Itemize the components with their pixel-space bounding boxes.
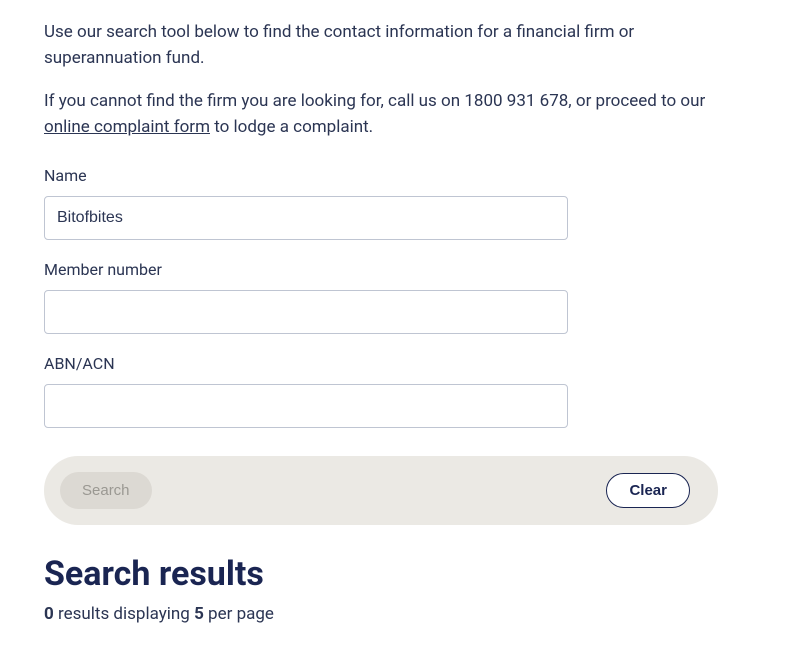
info-text-suffix: to lodge a complaint.	[210, 117, 373, 137]
search-button[interactable]: Search	[60, 472, 152, 509]
results-per-page-suffix: per page	[204, 604, 274, 624]
intro-text: Use our search tool below to find the co…	[44, 20, 744, 71]
results-per-page: 5	[194, 604, 204, 624]
abn-acn-input[interactable]	[44, 384, 568, 428]
online-complaint-link[interactable]: online complaint form	[44, 117, 210, 137]
clear-button[interactable]: Clear	[606, 473, 690, 508]
info-text: If you cannot find the firm you are look…	[44, 89, 744, 140]
abn-acn-field-group: ABN/ACN	[44, 352, 756, 428]
name-input[interactable]	[44, 196, 568, 240]
info-text-prefix: If you cannot find the firm you are look…	[44, 91, 705, 111]
name-label: Name	[44, 164, 756, 188]
results-summary: 0 results displaying 5 per page	[44, 602, 756, 628]
results-heading: Search results	[44, 549, 756, 600]
member-number-input[interactable]	[44, 290, 568, 334]
abn-acn-label: ABN/ACN	[44, 352, 756, 376]
name-field-group: Name	[44, 164, 756, 240]
member-number-label: Member number	[44, 258, 756, 282]
results-word: results displaying	[54, 604, 194, 624]
button-bar: Search Clear	[44, 456, 718, 525]
results-count: 0	[44, 604, 54, 624]
member-number-field-group: Member number	[44, 258, 756, 334]
